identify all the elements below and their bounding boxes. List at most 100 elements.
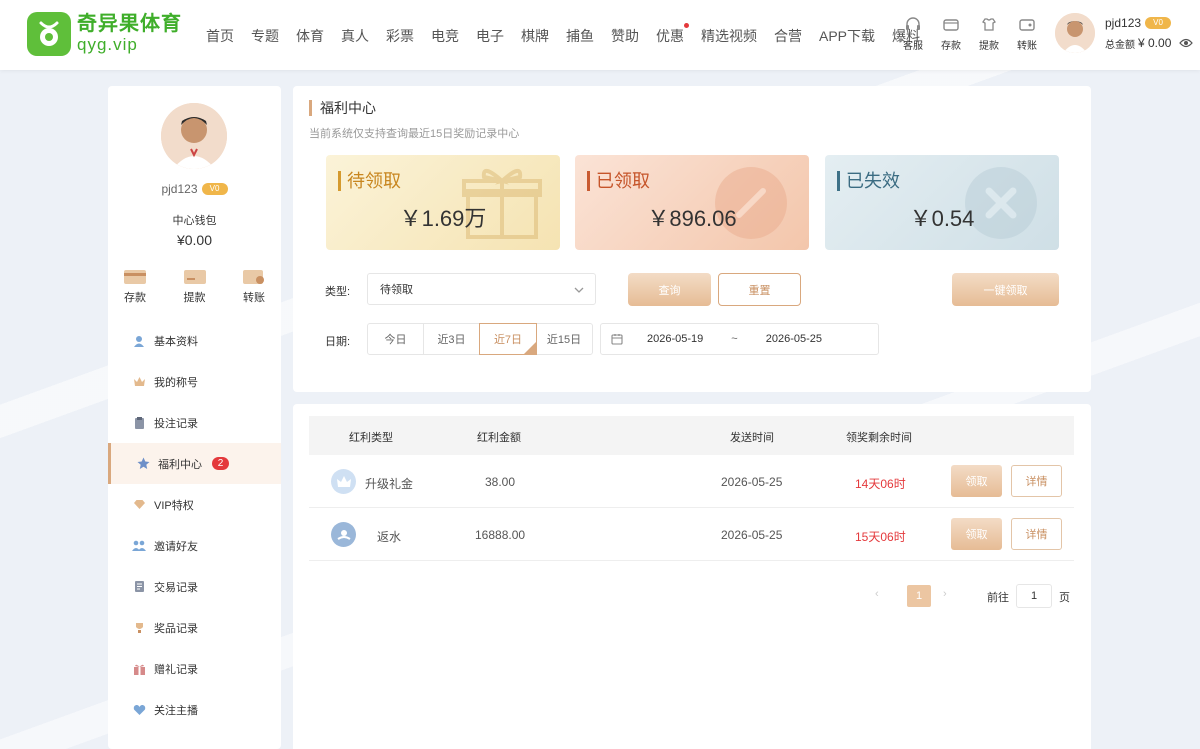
next-page-icon[interactable]: › bbox=[943, 588, 947, 600]
query-button[interactable]: 查询 bbox=[628, 273, 711, 306]
top-header: 奇异果体育 qyg.vip 首页 专题 体育 真人 彩票 电竞 电子 棋牌 捕鱼… bbox=[0, 0, 1200, 70]
balance-label: 总金额 bbox=[1105, 39, 1135, 51]
claimed-label: 已领取 bbox=[587, 171, 650, 191]
prev-page-icon[interactable]: ‹ bbox=[875, 588, 879, 600]
gift-icon bbox=[132, 662, 146, 676]
nav-topics[interactable]: 专题 bbox=[251, 26, 279, 46]
logo-title: 奇异果体育 bbox=[77, 13, 182, 35]
date-end[interactable]: 2026-05-25 bbox=[766, 333, 822, 345]
avatar[interactable] bbox=[1055, 13, 1095, 53]
calendar-icon bbox=[611, 334, 623, 345]
sidebar-item-titles[interactable]: 我的称号 bbox=[108, 361, 281, 402]
selected-corner-mark bbox=[524, 342, 536, 354]
profile-avatar[interactable] bbox=[161, 103, 227, 169]
quick-withdraw[interactable]: 提款 bbox=[970, 16, 1008, 52]
wallet-label: 中心钱包 bbox=[172, 215, 217, 227]
row-type: 返水 bbox=[377, 530, 402, 544]
row-remaining: 15天06时 bbox=[855, 530, 906, 544]
sidebar-withdraw-button[interactable]: 提款 bbox=[183, 268, 207, 305]
notification-dot bbox=[684, 23, 689, 28]
nav-fishing[interactable]: 捕鱼 bbox=[566, 26, 594, 46]
header-username: pjd123 bbox=[1105, 15, 1142, 30]
sidebar-item-follow[interactable]: 关注主播 bbox=[108, 689, 281, 730]
welfare-panel: 福利中心 当前系统仅支持查询最近15日奖励记录中心 待领取 ￥1.69万 已领取… bbox=[293, 86, 1091, 392]
bonus-table: 红利类型 红利金额 发送时间 领奖剩余时间 升级礼金 38.00 2026-05… bbox=[309, 416, 1074, 608]
kiwi-logo-icon bbox=[27, 12, 71, 56]
claim-button[interactable]: 领取 bbox=[951, 518, 1002, 550]
nav-slots[interactable]: 电子 bbox=[476, 26, 504, 46]
welfare-count-badge: 2 bbox=[212, 457, 229, 470]
reset-button[interactable]: 重置 bbox=[718, 273, 801, 306]
withdraw-card-icon bbox=[183, 270, 206, 284]
claim-button[interactable]: 领取 bbox=[951, 465, 1002, 497]
page-jump-input[interactable]: 1 bbox=[1016, 584, 1052, 608]
nav-home[interactable]: 首页 bbox=[206, 26, 234, 46]
sidebar-transfer-button[interactable]: 转账 bbox=[242, 268, 266, 305]
page-number[interactable]: 1 bbox=[907, 585, 931, 607]
row-amount: 16888.00 bbox=[475, 528, 526, 542]
table-row: 升级礼金 38.00 2026-05-25 14天06时 领取 详情 bbox=[309, 455, 1074, 508]
nav-sponsor[interactable]: 赞助 bbox=[611, 26, 639, 46]
clipboard-icon bbox=[132, 416, 146, 430]
nav-cards[interactable]: 棋牌 bbox=[521, 26, 549, 46]
row-amount: 38.00 bbox=[485, 475, 516, 489]
quick-transfer[interactable]: 转账 bbox=[1008, 16, 1046, 52]
nav-esports[interactable]: 电竞 bbox=[431, 26, 459, 46]
crown-badge-icon bbox=[331, 469, 356, 494]
sidebar-username: pjd123 bbox=[161, 182, 198, 196]
range-15-days[interactable]: 近15日 bbox=[536, 324, 592, 354]
sidebar-item-gifts[interactable]: 赠礼记录 bbox=[108, 648, 281, 689]
nav-app-download[interactable]: APP下载 bbox=[819, 26, 875, 46]
nav-live[interactable]: 真人 bbox=[341, 26, 369, 46]
nav-affiliate[interactable]: 合营 bbox=[774, 26, 802, 46]
range-7-days[interactable]: 近7日 bbox=[479, 323, 537, 355]
page-subtitle: 当前系统仅支持查询最近15日奖励记录中心 bbox=[309, 128, 520, 140]
wallet-amount: ¥0.00 bbox=[176, 232, 213, 248]
pending-label: 待领取 bbox=[338, 171, 401, 191]
chevron-down-icon bbox=[574, 287, 584, 293]
col-amount: 红利金额 bbox=[477, 432, 521, 444]
user-summary[interactable]: pjd123 V0 总金额 ¥ 0.00 bbox=[1055, 13, 1194, 53]
date-start[interactable]: 2026-05-19 bbox=[647, 333, 703, 345]
sidebar-deposit-button[interactable]: 存款 bbox=[123, 268, 147, 305]
page-title: 福利中心 bbox=[309, 100, 376, 116]
logo[interactable]: 奇异果体育 qyg.vip bbox=[27, 12, 182, 56]
pending-card: 待领取 ￥1.69万 bbox=[326, 155, 560, 250]
nav-sports[interactable]: 体育 bbox=[296, 26, 324, 46]
sidebar-item-vip[interactable]: VIP特权 bbox=[108, 484, 281, 525]
sidebar-item-profile[interactable]: 基本资料 bbox=[108, 320, 281, 361]
col-remaining: 领奖剩余时间 bbox=[846, 432, 912, 444]
sidebar-item-bets[interactable]: 投注记录 bbox=[108, 402, 281, 443]
nav-promotions[interactable]: 优惠 bbox=[656, 23, 689, 46]
detail-button[interactable]: 详情 bbox=[1011, 518, 1062, 550]
nav-lottery[interactable]: 彩票 bbox=[386, 26, 414, 46]
shirt-icon bbox=[982, 18, 996, 31]
range-3-days[interactable]: 近3日 bbox=[424, 324, 480, 354]
range-today[interactable]: 今日 bbox=[368, 324, 424, 354]
sidebar-item-welfare[interactable]: 福利中心 2 bbox=[108, 443, 281, 484]
star-icon bbox=[136, 457, 150, 471]
transfer-icon bbox=[1019, 19, 1035, 31]
pending-value: ￥1.69万 bbox=[399, 206, 487, 231]
eye-icon[interactable] bbox=[1179, 38, 1194, 48]
type-select[interactable]: 待领取 bbox=[367, 273, 596, 305]
account-sidebar: pjd123 V0 中心钱包 ¥0.00 存款 提款 转账 基本资料 我的称号 … bbox=[108, 86, 281, 749]
heart-icon bbox=[132, 703, 146, 717]
nav-videos[interactable]: 精选视频 bbox=[701, 26, 757, 46]
goto-label: 前往 bbox=[987, 592, 1009, 604]
sidebar-item-invite[interactable]: 邀请好友 bbox=[108, 525, 281, 566]
wallet-icon bbox=[943, 19, 959, 31]
quick-deposit[interactable]: 存款 bbox=[932, 16, 970, 52]
deposit-card-icon bbox=[124, 270, 146, 284]
document-icon bbox=[132, 580, 146, 594]
date-label: 日期: bbox=[325, 336, 351, 348]
sidebar-item-prizes[interactable]: 奖品记录 bbox=[108, 607, 281, 648]
detail-button[interactable]: 详情 bbox=[1011, 465, 1062, 497]
sidebar-item-transactions[interactable]: 交易记录 bbox=[108, 566, 281, 607]
vip-badge: V0 bbox=[1145, 16, 1172, 29]
quick-service[interactable]: 客服 bbox=[894, 16, 932, 52]
sidebar-menu: 基本资料 我的称号 投注记录 福利中心 2 VIP特权 邀请好友 交易记录 奖品… bbox=[108, 320, 281, 730]
claim-all-button[interactable]: 一键领取 bbox=[952, 273, 1059, 306]
date-range-picker[interactable]: 2026-05-19 ~ 2026-05-25 bbox=[600, 323, 879, 355]
expired-label: 已失效 bbox=[837, 171, 900, 191]
